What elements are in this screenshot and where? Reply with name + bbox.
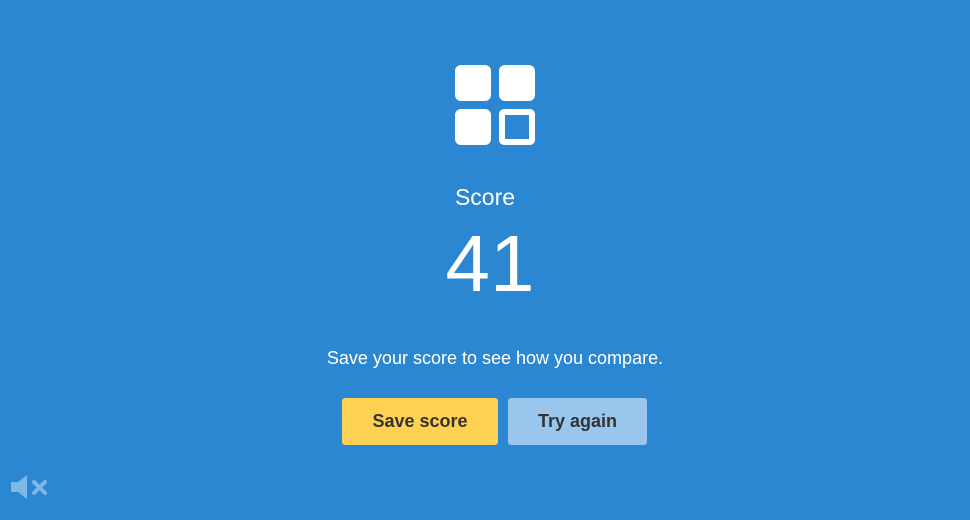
try-again-button[interactable]: Try again [508,398,647,445]
save-score-button[interactable]: Save score [342,398,498,445]
logo-square [455,65,491,101]
logo-square [499,65,535,101]
grid-squares-icon [455,65,535,145]
save-prompt: Save your score to see how you compare. [326,348,664,368]
logo-square [455,109,491,145]
score-value: 41 [445,219,535,308]
speaker-muted-icon [11,475,47,499]
mute-toggle-button[interactable] [9,473,49,501]
logo-square-outline [499,109,535,145]
score-label: Score [454,184,516,210]
